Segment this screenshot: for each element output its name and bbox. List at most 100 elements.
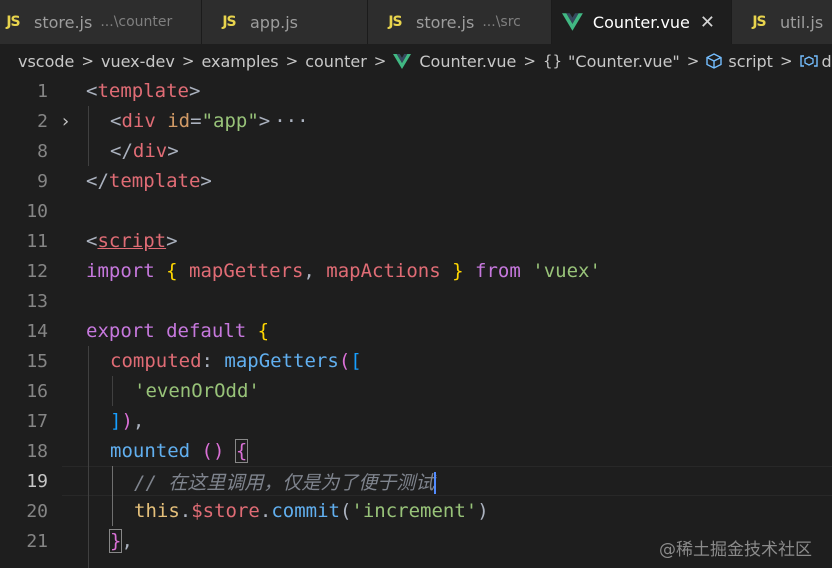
breadcrumb-script[interactable]: script — [706, 52, 773, 71]
line-number: 18 — [26, 440, 48, 462]
js-file-icon: JS — [388, 14, 402, 30]
line-number: 20 — [26, 500, 48, 522]
breadcrumb-separator: > — [686, 52, 700, 70]
line-number: 21 — [26, 530, 48, 552]
breadcrumb-vuex-dev[interactable]: vuex-dev — [101, 52, 175, 71]
code-line: 15 computed: mapGetters([ — [0, 346, 832, 376]
vue-file-icon — [393, 53, 412, 69]
code-text: <div id="app"> ··· — [110, 110, 309, 132]
tab-util-js[interactable]: JS util.js — [732, 0, 832, 44]
breadcrumb-separator: > — [81, 52, 94, 70]
indent-guide — [88, 346, 89, 376]
breadcrumb-label: "Counter.vue" — [568, 51, 680, 71]
chevron-right-icon[interactable]: › — [62, 111, 78, 132]
code-line: 8 </div> — [0, 136, 832, 166]
breadcrumb: vscode > vuex-dev > examples > counter >… — [0, 45, 832, 77]
code-line: 10 — [0, 196, 832, 226]
code-line: 16 'evenOrOdd' — [0, 376, 832, 406]
tab-label: util.js — [780, 12, 824, 32]
js-file-icon: JS — [222, 14, 236, 30]
code-line: 11 <script> — [0, 226, 832, 256]
tab-path-hint: ...\src — [482, 14, 521, 30]
breadcrumb-label: def — [821, 51, 832, 71]
line-number: 14 — [26, 320, 48, 342]
code-text: import { mapGetters, mapActions } from '… — [86, 260, 601, 282]
line-number: 17 — [26, 410, 48, 432]
indent-guide — [88, 496, 89, 526]
code-editor[interactable]: 1 <template> 2 › <div id="app"> ··· 8 </d… — [0, 76, 832, 568]
code-line: 1 <template> — [0, 76, 832, 106]
breadcrumb-separator: > — [779, 52, 793, 70]
cube-icon — [706, 53, 723, 69]
code-text: ]), — [110, 410, 145, 432]
breadcrumb-label: script — [728, 51, 773, 71]
tab-label: store.js — [416, 12, 475, 32]
line-number: 12 — [26, 260, 48, 282]
indent-guide — [88, 436, 89, 466]
line-number: 13 — [26, 290, 48, 312]
tab-path-hint: ...\counter — [100, 14, 173, 30]
text-cursor — [434, 472, 437, 494]
tab-label: app.js — [250, 12, 298, 32]
tab-label: Counter.vue — [592, 12, 690, 32]
tab-store-js-counter[interactable]: JS store.js ...\counter — [0, 0, 202, 44]
breadcrumb-examples[interactable]: examples — [201, 52, 278, 71]
code-line: 14 export default { — [0, 316, 832, 346]
code-line: 18 mounted () { — [0, 436, 832, 466]
code-text: <script> — [86, 230, 178, 252]
breadcrumb-separator: > — [285, 52, 299, 70]
watermark: @稀土掘金技术社区 — [659, 540, 812, 560]
breadcrumb-separator: > — [523, 52, 536, 70]
code-text: </template> — [86, 170, 212, 192]
code-line: 9 </template> — [0, 166, 832, 196]
tab-label: store.js — [34, 12, 93, 32]
editor-tab-bar: JS store.js ...\counter JS app.js JS sto… — [0, 0, 832, 45]
code-line: 13 — [0, 286, 832, 316]
variable-icon — [799, 55, 818, 67]
indent-guide — [112, 376, 113, 406]
code-text: export default { — [86, 320, 270, 342]
code-text: // 在这里调用，仅是为了便于测试 — [134, 471, 437, 494]
indent-guide — [88, 406, 89, 436]
code-text: this.$store.commit('increment') — [134, 500, 489, 522]
code-text: </div> — [110, 140, 179, 162]
code-line-current: 19 // 在这里调用，仅是为了便于测试 — [0, 466, 832, 496]
breadcrumb-default[interactable]: def — [799, 51, 832, 71]
code-text: }, — [108, 529, 133, 553]
indent-guide-active — [112, 466, 113, 496]
breadcrumb-counter-vue[interactable]: Counter.vue — [393, 52, 516, 71]
code-text: mounted () { — [110, 439, 249, 463]
breadcrumb-component[interactable]: {} "Counter.vue" — [543, 52, 680, 71]
tab-app-js[interactable]: JS app.js — [202, 0, 368, 44]
tab-store-js-src[interactable]: JS store.js ...\src — [368, 0, 552, 44]
code-line: 17 ]), — [0, 406, 832, 436]
line-number: 8 — [37, 140, 48, 162]
breadcrumb-separator: > — [373, 52, 387, 70]
line-number: 1 — [37, 80, 48, 102]
line-number: 15 — [26, 350, 48, 372]
js-file-icon: JS — [6, 14, 20, 30]
indent-guide — [88, 466, 89, 496]
indent-guide-active — [112, 496, 113, 526]
line-number: 10 — [26, 200, 48, 222]
tab-counter-vue[interactable]: Counter.vue ✕ — [552, 0, 732, 44]
indent-guide — [88, 106, 89, 136]
close-icon[interactable]: ✕ — [700, 12, 715, 33]
code-line: 2 › <div id="app"> ··· — [0, 106, 832, 136]
folded-ellipsis[interactable]: ··· — [274, 110, 308, 132]
line-number: 16 — [26, 380, 48, 402]
breadcrumb-counter[interactable]: counter — [305, 52, 367, 71]
breadcrumb-vscode[interactable]: vscode — [18, 52, 74, 71]
code-line: 12 import { mapGetters, mapActions } fro… — [0, 256, 832, 286]
breadcrumb-separator: > — [181, 52, 195, 70]
breadcrumb-label: Counter.vue — [419, 51, 517, 71]
vue-file-icon — [562, 13, 583, 31]
line-number: 9 — [37, 170, 48, 192]
code-text: 'evenOrOdd' — [134, 380, 260, 402]
braces-icon: {} — [542, 52, 563, 70]
indent-guide — [88, 556, 89, 568]
line-number: 2 — [37, 110, 48, 132]
line-number: 11 — [26, 230, 48, 252]
indent-guide — [88, 136, 89, 166]
indent-guide — [88, 526, 89, 556]
